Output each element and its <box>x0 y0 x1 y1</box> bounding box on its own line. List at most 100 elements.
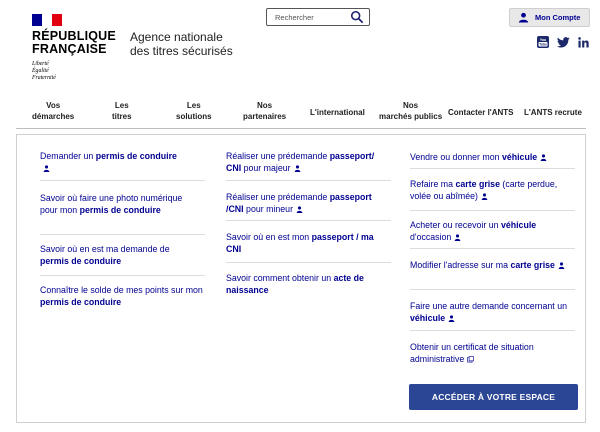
separator <box>226 220 391 221</box>
link-vendre-vehicule[interactable]: Vendre ou donner mon véhicule <box>410 151 582 163</box>
link-refaire-carte-grise[interactable]: Refaire ma carte grise (carte perdue, vo… <box>410 178 572 202</box>
separator <box>410 248 575 249</box>
link-acte-naissance[interactable]: Savoir comment obtenir un acte de naissa… <box>226 272 381 296</box>
separator <box>40 275 205 276</box>
flag-blue <box>32 14 42 26</box>
agency-name[interactable]: Agence nationale des titres sécurisés <box>130 30 233 58</box>
search-input[interactable]: Rechercher <box>266 8 370 26</box>
link-autre-demande-vehicule[interactable]: Faire une autre demande concernant un vé… <box>410 300 570 324</box>
acceder-espace-button[interactable]: ACCÉDER À VOTRE ESPACE <box>409 384 578 410</box>
nav-line1: Nos <box>257 101 273 110</box>
link-text: Refaire ma <box>410 179 456 189</box>
link-predemande-mineur[interactable]: Réaliser une prédemande passeport /CNI p… <box>226 191 386 215</box>
link-bold: véhicule <box>501 152 538 162</box>
nav-line1: L'international <box>310 108 365 117</box>
separator <box>410 330 575 331</box>
link-suivi-permis[interactable]: Savoir où en est ma demande de permis de… <box>40 243 200 267</box>
twitter-icon[interactable] <box>557 36 570 48</box>
user-icon <box>454 234 461 242</box>
nav-marches-publics[interactable]: Nos marchés publics <box>379 100 442 122</box>
linkedin-icon[interactable] <box>578 36 589 48</box>
separator <box>410 289 575 290</box>
separator <box>410 210 575 211</box>
motto-liberte: Liberté <box>32 61 49 67</box>
link-photo-numerique[interactable]: Savoir où faire une photo numérique pour… <box>40 192 200 216</box>
nav-ants-recrute[interactable]: L'ANTS recrute <box>524 107 582 118</box>
link-certificat-situation[interactable]: Obtenir un certificat de situation admin… <box>410 341 570 365</box>
link-text: Faire une autre demande concernant un <box>410 301 567 311</box>
link-bold: permis de conduire <box>79 205 161 216</box>
user-icon <box>43 165 50 173</box>
link-bold: véhicule <box>500 220 537 230</box>
motto: Liberté Égalité Fraternité <box>32 61 122 82</box>
account-button[interactable]: Mon Compte <box>509 8 590 27</box>
nav-les-titres[interactable]: Les titres <box>112 100 132 122</box>
link-text: Vendre ou donner mon <box>410 152 502 162</box>
svg-text:You: You <box>540 38 547 42</box>
link-demander-permis[interactable]: Demander un permis de conduire <box>40 150 205 174</box>
nav-vos-demarches[interactable]: Vos démarches <box>32 100 74 122</box>
link-text: Acheter ou recevoir un <box>410 220 501 230</box>
link-suivi-passeport-cni[interactable]: Savoir où en est mon passeport / ma CNI <box>226 231 381 255</box>
nav-line1: Nos <box>403 101 419 110</box>
separator <box>226 262 391 263</box>
user-icon <box>481 193 488 201</box>
nav-international[interactable]: L'international <box>310 107 365 118</box>
agency-line2: des titres sécurisés <box>130 44 233 58</box>
republique-francaise-logo[interactable]: RÉPUBLIQUE FRANÇAISE Liberté Égalité Fra… <box>32 14 122 82</box>
nav-contacter-ants[interactable]: Contacter l'ANTS <box>448 107 513 118</box>
motto-fraternite: Fraternité <box>32 75 56 81</box>
french-flag-icon <box>32 14 62 26</box>
nav-line2: titres <box>112 112 132 121</box>
nav-line1: Les <box>114 101 129 110</box>
main-nav: Vos démarches Les titres Les solutions N… <box>16 100 586 126</box>
external-link-icon <box>467 356 475 363</box>
nav-divider <box>16 128 586 129</box>
separator <box>410 168 575 169</box>
link-bold: permis de conduire <box>40 256 122 267</box>
link-text: Réaliser une prédemande <box>226 192 330 202</box>
rf-title: RÉPUBLIQUE FRANÇAISE <box>32 30 122 56</box>
nav-line1: Les <box>186 101 201 110</box>
nav-les-solutions[interactable]: Les solutions <box>176 100 212 122</box>
link-text: Demander un <box>40 151 96 161</box>
separator <box>40 180 205 181</box>
link-acheter-vehicule[interactable]: Acheter ou recevoir un véhicule d'occasi… <box>410 219 570 243</box>
link-bold: permis de conduire <box>40 297 122 308</box>
link-text: Savoir où en est mon <box>226 232 312 242</box>
link-text-post: pour majeur <box>241 163 291 174</box>
link-text: Réaliser une prédemande <box>226 151 330 161</box>
link-bold: carte grise <box>455 179 500 189</box>
link-text-post: pour mineur <box>243 204 293 215</box>
user-icon <box>294 165 300 173</box>
link-modifier-adresse[interactable]: Modifier l'adresse sur ma carte grise <box>410 259 570 271</box>
link-text: Modifier l'adresse sur ma <box>410 260 511 270</box>
nav-line1: Vos <box>46 101 61 110</box>
link-solde-points[interactable]: Connaître le solde de mes points sur mon… <box>40 284 205 308</box>
link-text: Savoir comment obtenir un <box>226 273 334 283</box>
nav-line2: solutions <box>176 112 212 121</box>
user-icon <box>518 12 529 23</box>
separator <box>226 180 391 181</box>
user-icon <box>296 206 303 214</box>
separator <box>40 234 205 235</box>
link-text: Savoir où en est ma demande de <box>40 244 170 254</box>
nav-nos-partenaires[interactable]: Nos partenaires <box>243 100 286 122</box>
nav-line2: marchés publics <box>379 112 443 121</box>
nav-line1: L'ANTS recrute <box>524 108 582 117</box>
nav-line2: partenaires <box>243 112 287 121</box>
link-bold: véhicule <box>410 313 446 324</box>
agency-line1: Agence nationale <box>130 30 223 44</box>
link-predemande-majeur[interactable]: Réaliser une prédemande passeport/ CNI p… <box>226 150 386 174</box>
nav-line1: Contacter l'ANTS <box>448 108 514 117</box>
nav-line2: démarches <box>32 112 75 121</box>
search-icon[interactable] <box>350 10 364 24</box>
account-label: Mon Compte <box>535 13 581 22</box>
link-bold: permis de conduire <box>95 151 177 161</box>
youtube-icon[interactable]: You Tube <box>537 36 549 48</box>
social-links: You Tube <box>537 36 589 48</box>
link-text-post: d'occasion <box>410 232 452 243</box>
motto-egalite: Égalité <box>32 68 49 74</box>
link-text: Connaître le solde de mes points sur mon <box>40 285 203 295</box>
search-placeholder: Rechercher <box>275 12 314 22</box>
